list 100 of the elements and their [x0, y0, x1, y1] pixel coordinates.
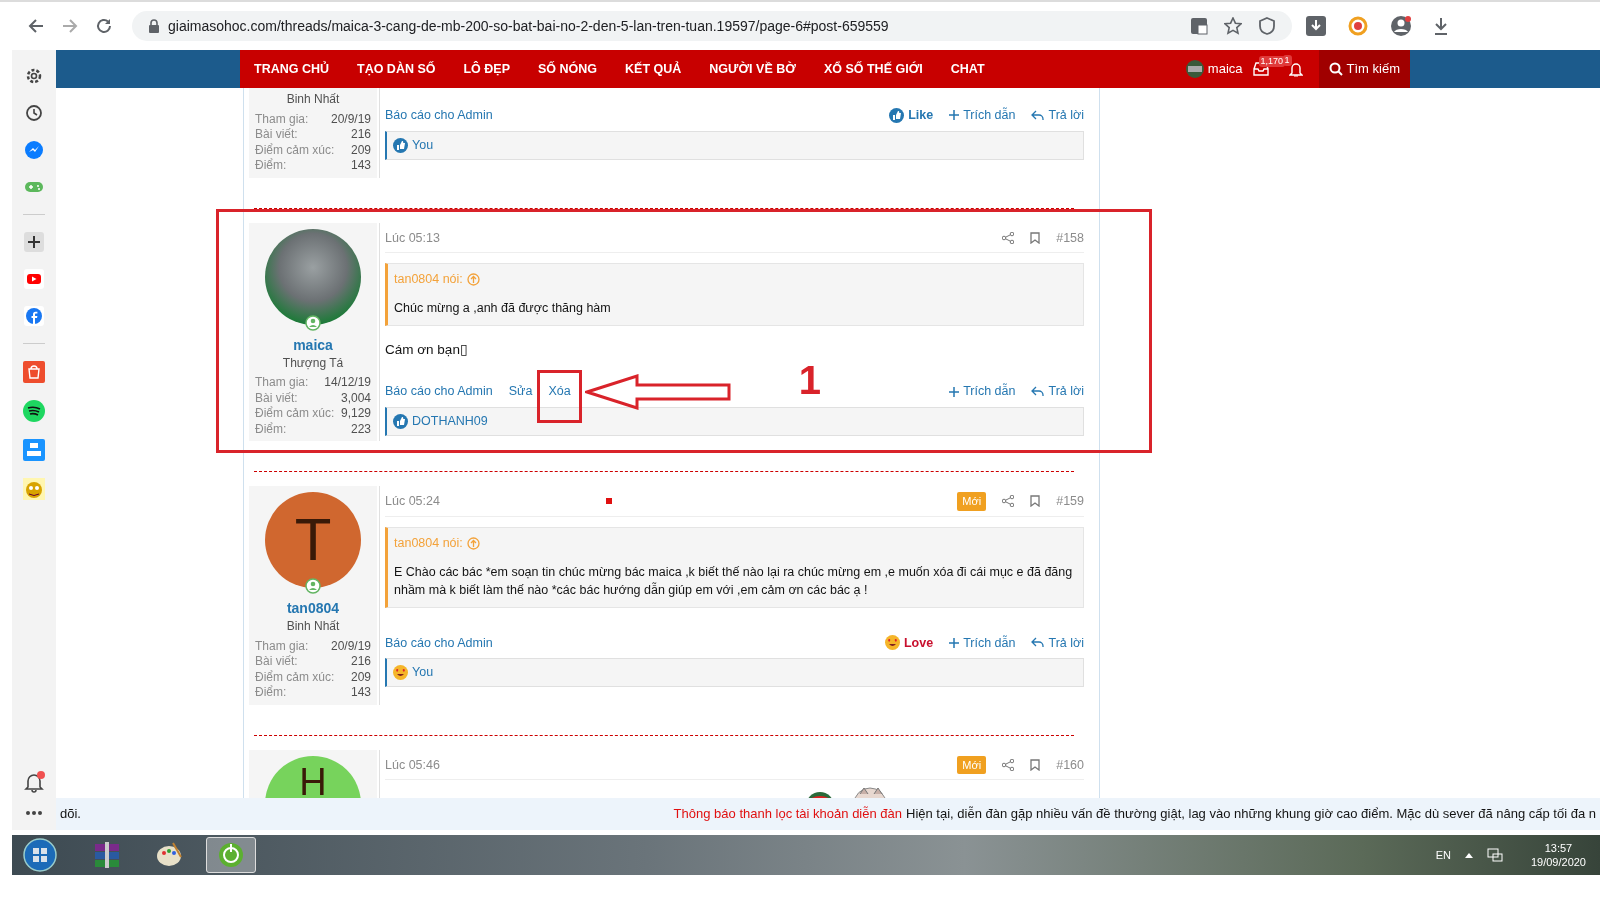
- user-menu[interactable]: maica: [1185, 59, 1243, 79]
- search-button[interactable]: Tìm kiếm: [1318, 50, 1410, 88]
- start-orb-icon[interactable]: [22, 837, 58, 873]
- share-icon[interactable]: [1002, 231, 1015, 244]
- download-arrow-icon[interactable]: [1434, 17, 1448, 35]
- back-icon[interactable]: [28, 18, 44, 34]
- post-time: Lúc 05:13: [385, 229, 440, 247]
- reply-link[interactable]: Trả lời: [1031, 633, 1084, 653]
- letter-f-icon[interactable]: [24, 306, 44, 326]
- stat-label: Điểm:: [255, 158, 287, 174]
- edit-link[interactable]: Sửa: [508, 382, 533, 401]
- report-link[interactable]: Báo cáo cho Admin: [385, 382, 493, 401]
- lock-icon: [148, 19, 160, 33]
- count-badge: 1: [1282, 55, 1292, 66]
- ticker-title-link[interactable]: Thông báo thanh lọc tài khoản diễn đàn: [673, 804, 902, 824]
- count-badge: 1,170: [1258, 56, 1286, 67]
- palette-icon: [155, 841, 183, 869]
- cartoon-face-icon[interactable]: [23, 478, 45, 500]
- thumbs-up-icon: [393, 413, 408, 429]
- stat-value: 14/12/19: [324, 375, 371, 391]
- post-number-link[interactable]: #159: [1056, 492, 1084, 511]
- reload-icon[interactable]: [96, 18, 112, 34]
- plus-icon: [949, 110, 960, 121]
- reply-link[interactable]: Trả lời: [1031, 106, 1084, 125]
- reply-arrow-icon: [1031, 109, 1045, 121]
- network-icon[interactable]: [1486, 847, 1503, 863]
- ticker-text: dõi.: [60, 805, 81, 824]
- stat-label: Bài viết:: [255, 390, 298, 406]
- nav-link[interactable]: CHAT: [936, 50, 999, 88]
- nav-link[interactable]: TRANG CHỦ: [240, 50, 343, 88]
- stat-value: 209: [350, 142, 371, 158]
- nav-link[interactable]: NGƯỜI VỀ BỜ: [695, 50, 810, 88]
- download-icon[interactable]: [1306, 16, 1326, 36]
- heart-eyes-emoji-icon: [393, 665, 408, 681]
- language-indicator[interactable]: EN: [1435, 846, 1451, 864]
- profile-icon[interactable]: [1390, 15, 1412, 37]
- report-link[interactable]: Báo cáo cho Admin: [385, 106, 493, 125]
- avatar: H: [265, 755, 361, 798]
- reactions-link[interactable]: You: [412, 663, 434, 682]
- shield-icon[interactable]: [1258, 17, 1276, 35]
- stat-label: Điểm cảm xúc:: [255, 406, 335, 422]
- reactions-link[interactable]: You: [412, 135, 434, 155]
- sound-waves-icon[interactable]: [23, 400, 45, 422]
- star-icon[interactable]: [1224, 17, 1242, 35]
- reply-arrow-icon: [1031, 386, 1045, 398]
- user-rank: Thượng Tá: [281, 355, 345, 371]
- quote-link[interactable]: Trích dẫn: [949, 382, 1016, 401]
- stat-label: Bài viết:: [255, 654, 298, 670]
- play-icon[interactable]: [24, 269, 44, 289]
- quote-link[interactable]: Trích dẫn: [949, 633, 1016, 653]
- clock[interactable]: 13:57 19/09/2020: [1530, 841, 1586, 869]
- report-link[interactable]: Báo cáo cho Admin: [385, 633, 493, 653]
- bookmark-icon[interactable]: [1030, 758, 1041, 771]
- bookmark-icon[interactable]: [1030, 231, 1041, 244]
- bookmark-icon[interactable]: [1030, 495, 1041, 508]
- share-icon[interactable]: [1002, 758, 1015, 771]
- delete-link[interactable]: Xóa: [548, 382, 571, 401]
- reply-link[interactable]: Trả lời: [1031, 382, 1084, 401]
- history-icon[interactable]: [24, 103, 44, 123]
- nav-link[interactable]: KẾT QUẢ: [611, 50, 696, 88]
- stat-label: Điểm:: [255, 421, 287, 437]
- nav-link[interactable]: XỔ SỐ THẾ GIỚI: [809, 50, 937, 88]
- bell-icon[interactable]: [1288, 61, 1303, 77]
- chat-bubble-icon[interactable]: [24, 140, 44, 160]
- annotation-number: 1: [798, 360, 821, 401]
- extension-circle-icon[interactable]: [1348, 16, 1368, 36]
- reactions-link[interactable]: DOTHANH09: [412, 412, 488, 431]
- user-rank: Binh Nhất: [285, 92, 341, 108]
- settings-icon[interactable]: [24, 66, 44, 86]
- stat-value: 9,129: [340, 406, 371, 422]
- nav-link[interactable]: SỐ NÓNG: [524, 50, 612, 88]
- stat-label: Tham gia:: [255, 111, 309, 127]
- nav-link[interactable]: LÔ ĐẸP: [449, 50, 525, 88]
- stat-value: 209: [350, 669, 371, 685]
- reaction-button[interactable]: Like: [889, 106, 934, 125]
- taskbar-app-button[interactable]: [206, 837, 256, 873]
- post-body: Cám ơn bạn▯: [385, 341, 469, 359]
- new-badge: Mới: [957, 492, 987, 511]
- stat-value: 20/9/19: [330, 638, 371, 654]
- username-link[interactable]: tan0804: [255, 598, 371, 619]
- post-number-link[interactable]: #160: [1056, 755, 1084, 775]
- username-link[interactable]: maica: [255, 334, 371, 356]
- stat-label: Tham gia:: [255, 638, 309, 654]
- quote-link[interactable]: Trích dẫn: [949, 106, 1016, 125]
- shopping-bag-icon[interactable]: [23, 361, 45, 383]
- nav-link[interactable]: TẠO DÀN SỐ: [343, 50, 450, 88]
- more-dots-icon[interactable]: [25, 810, 43, 816]
- ticker-text: Hiện tại, diễn đàn gặp nhiều vấn đề thường giật, lag vào những khung giờ cao điểm. Mặc dù sever đã nâng cấp tối đa n: [906, 805, 1596, 824]
- address-bar[interactable]: giaimasohoc.com/threads/maica-3-cang-de-mb-200-so-bat-bai-no-2-den-5-lan-tren-tuan.19597/page-6#post-659559: [132, 11, 1292, 41]
- share-icon[interactable]: [1002, 495, 1015, 508]
- caret-up-icon[interactable]: [1464, 852, 1473, 858]
- reply-arrow-icon: [1031, 637, 1045, 649]
- plus-icon: [949, 386, 960, 397]
- avatar: T: [265, 492, 361, 588]
- thumbs-up-icon: [889, 107, 905, 123]
- plus-icon[interactable]: [24, 232, 44, 252]
- reaction-button[interactable]: Love: [884, 633, 934, 653]
- bell-icon[interactable]: [23, 771, 45, 793]
- post-number-link[interactable]: #158: [1056, 228, 1084, 248]
- stat-label: Bài viết:: [255, 127, 298, 143]
